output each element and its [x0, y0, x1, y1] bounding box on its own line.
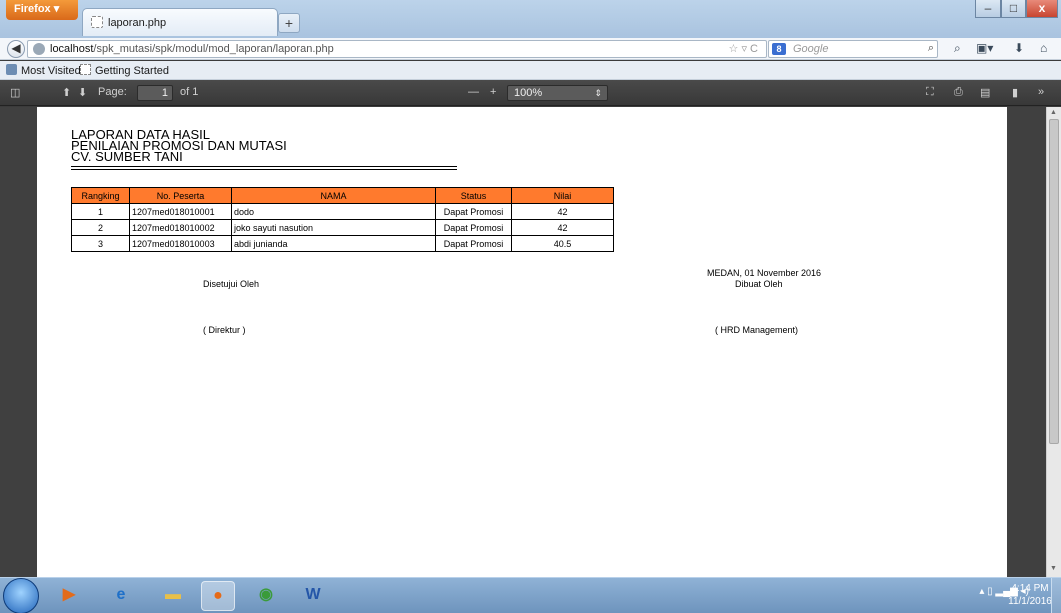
search-icon[interactable]: ⌕ [928, 42, 934, 55]
table-header-row: Rangking No. Peserta NAMA Status Nilai [71, 187, 614, 204]
zoom-out-icon[interactable]: — [468, 86, 479, 98]
print-icon[interactable]: ⎙ [954, 86, 963, 99]
zoom-select[interactable]: 100% ⇕ [507, 85, 608, 101]
cell-rank: 2 [71, 219, 130, 236]
pdf-viewer: LAPORAN DATA HASIL PENILAIAN PROMOSI DAN… [0, 107, 1046, 577]
sidebar-toggle-icon[interactable]: ◫ [10, 86, 20, 99]
clock-time: 4:14 PM [1011, 583, 1049, 594]
scroll-up-icon[interactable]: ▲ [1050, 109, 1057, 116]
cell-no-peserta: 1207med018010002 [129, 219, 232, 236]
back-button[interactable]: ◀ [7, 40, 25, 58]
search-box[interactable]: 8 Google ⌕ [768, 40, 938, 58]
report-title: LAPORAN DATA HASIL PENILAIAN PROMOSI DAN… [71, 128, 287, 163]
site-identity-icon[interactable] [33, 43, 45, 55]
zoom-value: 100% [514, 87, 543, 99]
pdf-toolbar: ◫ ⬆ ⬇ Page: 1 of 1 — + 100% ⇕ ⛶ ⎙ ▤ ▮ » [0, 80, 1061, 106]
most-visited-label: Most Visited [21, 65, 81, 77]
column-header: Nilai [511, 187, 614, 204]
search-placeholder: Google [793, 43, 829, 55]
home-icon[interactable]: ⌂ [1040, 41, 1047, 55]
zoom-in-icon[interactable]: + [490, 86, 496, 98]
media-center-icon[interactable]: ▶ [52, 581, 86, 611]
director-signature: ( Direktur ) [203, 325, 246, 335]
internet-explorer-icon[interactable]: e [104, 581, 138, 611]
tools-icon[interactable]: » [1038, 86, 1044, 98]
cell-status: Dapat Promosi [435, 219, 512, 236]
column-header: Status [435, 187, 512, 204]
cell-rank: 3 [71, 235, 130, 252]
bookmark-getting-started[interactable]: Getting Started [80, 64, 169, 77]
file-explorer-icon[interactable]: ▬ [156, 581, 190, 611]
column-header: Rangking [71, 187, 130, 204]
cell-status: Dapat Promosi [435, 235, 512, 252]
report-date: MEDAN, 01 November 2016 [707, 268, 822, 278]
download-icon[interactable]: ⬇ [1014, 41, 1024, 55]
taskbar: ▶ e ▬ ● ◉ W ▴ ▯ ▂▄▆ ◂) 4:14 PM 11/1/2016 [0, 577, 1061, 613]
cell-nama: joko sayuti nasution [231, 219, 436, 236]
search-engine-icon[interactable]: 8 [772, 43, 786, 55]
getting-started-label: Getting Started [95, 65, 169, 77]
close-button[interactable]: x [1026, 0, 1058, 18]
cell-rank: 1 [71, 203, 130, 220]
chevron-down-icon: ⇕ [594, 88, 602, 98]
save-icon[interactable]: ▤ [980, 86, 990, 99]
cell-nilai: 42 [511, 219, 614, 236]
table-row: 3 1207med018010003 abdi junianda Dapat P… [71, 235, 614, 252]
url-text: localhost/spk_mutasi/spk/modul/mod_lapor… [50, 43, 334, 55]
bookmark-star-icon[interactable]: ☆ ▿ C [729, 42, 758, 55]
table-row: 2 1207med018010002 joko sayuti nasution … [71, 219, 614, 236]
cell-nama: dodo [231, 203, 436, 220]
cell-no-peserta: 1207med018010001 [129, 203, 232, 220]
table-row: 1 1207med018010001 dodo Dapat Promosi 42 [71, 203, 614, 220]
cell-status: Dapat Promosi [435, 203, 512, 220]
pdf-page: LAPORAN DATA HASIL PENILAIAN PROMOSI DAN… [37, 107, 1007, 577]
navigation-bar: ◀ localhost/spk_mutasi/spk/modul/mod_lap… [0, 38, 1061, 60]
bookmark-most-visited[interactable]: Most Visited [6, 64, 81, 77]
url-bar[interactable]: localhost/spk_mutasi/spk/modul/mod_lapor… [27, 40, 767, 58]
screen-icon[interactable]: ▣▾ [976, 41, 993, 55]
cell-nama: abdi junianda [231, 235, 436, 252]
title-bar: Firefox ▾ laporan.php + – □ x [0, 0, 1061, 38]
title-divider [71, 169, 457, 170]
cell-no-peserta: 1207med018010003 [129, 235, 232, 252]
most-visited-icon [6, 64, 17, 75]
column-header: No. Peserta [129, 187, 232, 204]
cell-nilai: 40.5 [511, 235, 614, 252]
word-icon[interactable]: W [296, 581, 330, 611]
clock[interactable]: 4:14 PM 11/1/2016 [1008, 582, 1052, 608]
chrome-icon[interactable]: ◉ [249, 581, 283, 611]
page-label: Page: [98, 86, 127, 98]
approved-by-caption: Disetujui Oleh [203, 279, 260, 289]
bookmark-icon[interactable]: ▮ [1012, 86, 1018, 99]
show-desktop-button[interactable] [1051, 578, 1061, 613]
minimize-button[interactable]: – [975, 0, 1001, 18]
fullscreen-icon[interactable]: ⛶ [926, 86, 934, 99]
start-button[interactable] [3, 578, 39, 613]
page-count: of 1 [180, 86, 199, 98]
column-header: NAMA [231, 187, 436, 204]
tab-laporan[interactable]: laporan.php [82, 8, 278, 36]
scroll-down-icon[interactable]: ▼ [1050, 565, 1057, 572]
getting-started-icon [80, 64, 91, 75]
firefox-menu-button[interactable]: Firefox ▾ [6, 0, 78, 20]
vertical-scrollbar[interactable]: ▲ ▼ [1046, 107, 1061, 577]
previous-page-icon[interactable]: ⬆ [62, 86, 71, 99]
cell-nilai: 42 [511, 203, 614, 220]
page-icon [91, 16, 103, 28]
made-by-caption: Dibuat Oleh [735, 279, 783, 289]
maximize-button[interactable]: □ [1001, 0, 1026, 18]
page-number-input[interactable]: 1 [137, 85, 173, 101]
bookmarks-toolbar: Most Visited Getting Started [0, 61, 1061, 80]
magnifier-icon[interactable]: ⌕ [954, 41, 961, 56]
firefox-menu-label: Firefox [14, 3, 51, 15]
firefox-icon[interactable]: ● [201, 581, 235, 611]
hrd-signature: ( HRD Management) [715, 325, 799, 335]
scrollbar-thumb[interactable] [1049, 119, 1059, 444]
results-table: Rangking No. Peserta NAMA Status Nilai 1… [71, 187, 614, 252]
new-tab-button[interactable]: + [278, 13, 300, 33]
tab-title: laporan.php [108, 17, 167, 29]
title-divider [71, 166, 457, 167]
clock-date: 11/1/2016 [1008, 596, 1052, 607]
next-page-icon[interactable]: ⬇ [78, 86, 87, 99]
